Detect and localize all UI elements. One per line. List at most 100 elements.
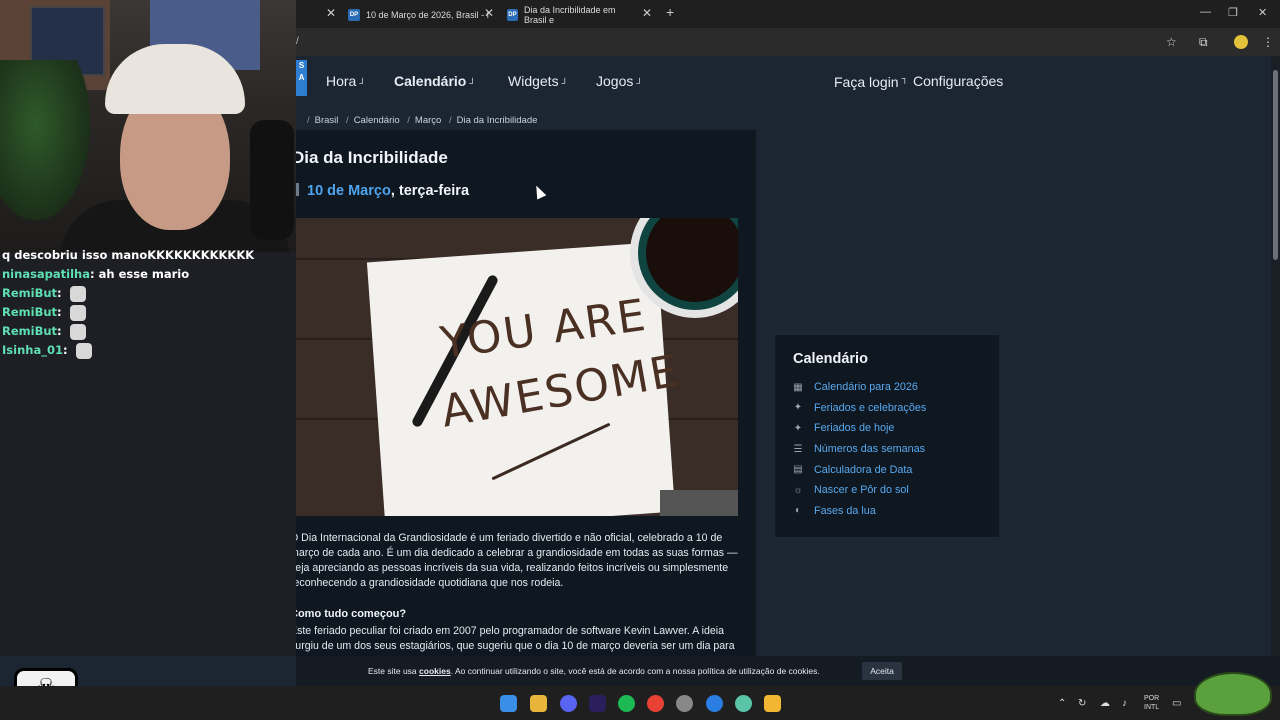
page-scrollbar[interactable] [1271,56,1280,656]
accept-cookies-button[interactable]: Aceita [862,662,902,680]
login-label: Faça login [834,74,899,90]
sidebar-item-label: Nascer e Pôr do sol [814,484,909,497]
profile-avatar-icon[interactable] [1234,35,1248,49]
window-close-icon[interactable]: ✕ [1258,6,1267,19]
nav-item-hora[interactable]: Hora ┘ [326,73,366,89]
dropdown-caret-icon: ┘ [469,78,476,88]
menu-dots-icon[interactable]: ⋮ [1262,35,1274,49]
tray-mic-icon[interactable]: ♪ [1122,698,1127,709]
breadcrumb-link-calendario[interactable]: Calendário [354,115,400,126]
sidebar-item-label: Números das semanas [814,443,926,456]
wave-emote-icon [69,285,86,302]
chat-text: q descobriu isso manoKKKKKKKKKKKK [2,248,255,262]
sunrise-icon: ☼ [793,484,803,496]
calculator-icon: ▤ [793,464,803,476]
settings-link[interactable]: Configurações [913,73,1003,89]
breadcrumb-link-marco[interactable]: Março [415,115,441,126]
language-indicator[interactable]: POR INTL [1144,694,1159,712]
sidebar-item-calendario-2026[interactable]: ▦ Calendário para 2026 [791,377,926,398]
chat-message: RemiBut: [0,322,280,341]
chat-username: ninasapatilha [2,267,91,281]
sidebar-item-label: Calendário para 2026 [814,381,918,394]
sidebar-item-lua[interactable]: ◐ Fases da lua [791,501,926,522]
sidebar-item-sol[interactable]: ☼ Nascer e Pôr do sol [791,480,926,501]
sidebar-item-feriados-hoje[interactable]: ✦ Feriados de hoje [791,418,926,439]
breadcrumb-separator: / [448,115,452,126]
site-logo[interactable]: S A [296,60,307,96]
sidebar-item-calculadora[interactable]: ▤ Calculadora de Data [791,459,926,480]
tray-display-icon[interactable]: ▭ [1172,698,1181,709]
app-icon[interactable] [735,695,752,712]
article-subheading: Como tudo começou? [296,608,407,620]
webcam-plant [0,60,90,220]
moon-icon: ◐ [794,505,802,517]
date-link[interactable]: 10 de Março [307,183,391,199]
file-explorer-icon[interactable] [530,695,547,712]
sidebar-item-feriados[interactable]: ✦ Feriados e celebrações [791,398,926,419]
new-tab-plus-icon[interactable]: + [666,4,674,20]
chat-username: RemiBut [2,324,58,338]
sidebar-list: ▦ Calendário para 2026 ✦ Feriados e celebr… [791,377,926,521]
pepe-frog-icon [1194,672,1272,716]
keyboard-layout: INTL [1144,704,1160,711]
dropdown-caret-icon: ┘ [561,78,568,88]
external-link-icon: ┐ [901,73,908,83]
date-weekday: , terça-feira [390,183,470,199]
scrollbar-thumb[interactable] [1273,70,1278,260]
breadcrumb-link-brasil[interactable]: Brasil [315,115,339,126]
close-icon[interactable]: ✕ [484,6,494,20]
browser-tab-active[interactable]: DP Dia da Incribilidade em Brasil e [507,5,637,25]
list-icon: ☰ [793,443,803,455]
nav-item-widgets[interactable]: Widgets ┘ [508,73,568,89]
maximize-icon[interactable]: ❐ [1228,6,1238,19]
close-icon[interactable]: ✕ [326,6,336,20]
discord-icon[interactable] [560,695,577,712]
image-corner-overlay [660,490,738,516]
nav-item-calendario[interactable]: Calendário ┘ [394,73,476,89]
chat-message: Isinha_01: [0,341,280,360]
chat-text: ah esse mario [98,267,190,281]
premiere-icon[interactable] [589,695,606,712]
close-icon[interactable]: ✕ [642,6,652,20]
bookmark-star-icon[interactable]: ☆ [1166,35,1177,49]
windows-taskbar: ⌃ ↻ ☁ ♪ POR INTL ▭ [0,686,1280,720]
breadcrumb: / Brasil / Calendário / Março / Dia da Incri… [302,115,537,126]
spotify-icon[interactable] [618,695,635,712]
dropdown-caret-icon: ┘ [636,78,643,88]
nav-label: Calendário [394,73,467,89]
breadcrumb-separator: / [346,115,349,126]
minimize-icon[interactable]: — [1200,6,1211,18]
sidebar-item-label: Fases da lua [814,504,876,517]
sidebar-item-semanas[interactable]: ☰ Números das semanas [791,439,926,460]
app-sun-icon[interactable] [764,695,781,712]
calendar-sidebar: Calendário ▦ Calendário para 2026 ✦ Feriad… [775,335,999,537]
nav-label: Hora [326,73,357,89]
browser-tab[interactable]: DP 10 de Março de 2026, Brasil - f [348,6,498,24]
login-link[interactable]: Faça login ┐ [834,73,908,90]
webcam-microphone [250,120,294,240]
article-paragraph: Este feriado peculiar foi criado em 2007… [296,625,735,652]
url-field[interactable]: / [296,36,299,47]
browser-tab-bar: ✕ DP 10 de Março de 2026, Brasil - f ✕ D… [296,0,1280,28]
article-content: Dia da Incribilidade 10 de Março, terça-… [296,130,756,656]
webcam-feed [0,0,296,252]
sidebar-item-label: Feriados de hoje [814,422,895,435]
extensions-icon[interactable]: ⧉ [1199,35,1208,50]
sidebar-item-label: Calculadora de Data [814,463,913,476]
cookie-text: Este site usa cookies. Ao continuar util… [368,666,820,676]
chrome-icon[interactable] [647,695,664,712]
tab-label: Dia da Incribilidade em Brasil e [523,5,616,25]
windows-start-icon[interactable] [500,695,517,712]
date-heading: 10 de Março, terça-feira [296,183,469,199]
hero-image: YOU ARE AWESOME [296,218,738,516]
dropdown-caret-icon: ┘ [359,78,366,88]
tray-sync-icon[interactable]: ↻ [1078,698,1086,709]
tray-cloud-icon[interactable]: ☁ [1100,698,1110,709]
sidebar-title: Calendário [793,351,868,367]
tray-chevron-icon[interactable]: ⌃ [1058,698,1066,709]
calendar-icon: ▦ [793,381,803,393]
obs-icon[interactable] [676,695,693,712]
cookie-link[interactable]: cookies [419,666,451,676]
ccleaner-icon[interactable] [706,695,723,712]
nav-item-jogos[interactable]: Jogos ┘ [596,73,643,89]
